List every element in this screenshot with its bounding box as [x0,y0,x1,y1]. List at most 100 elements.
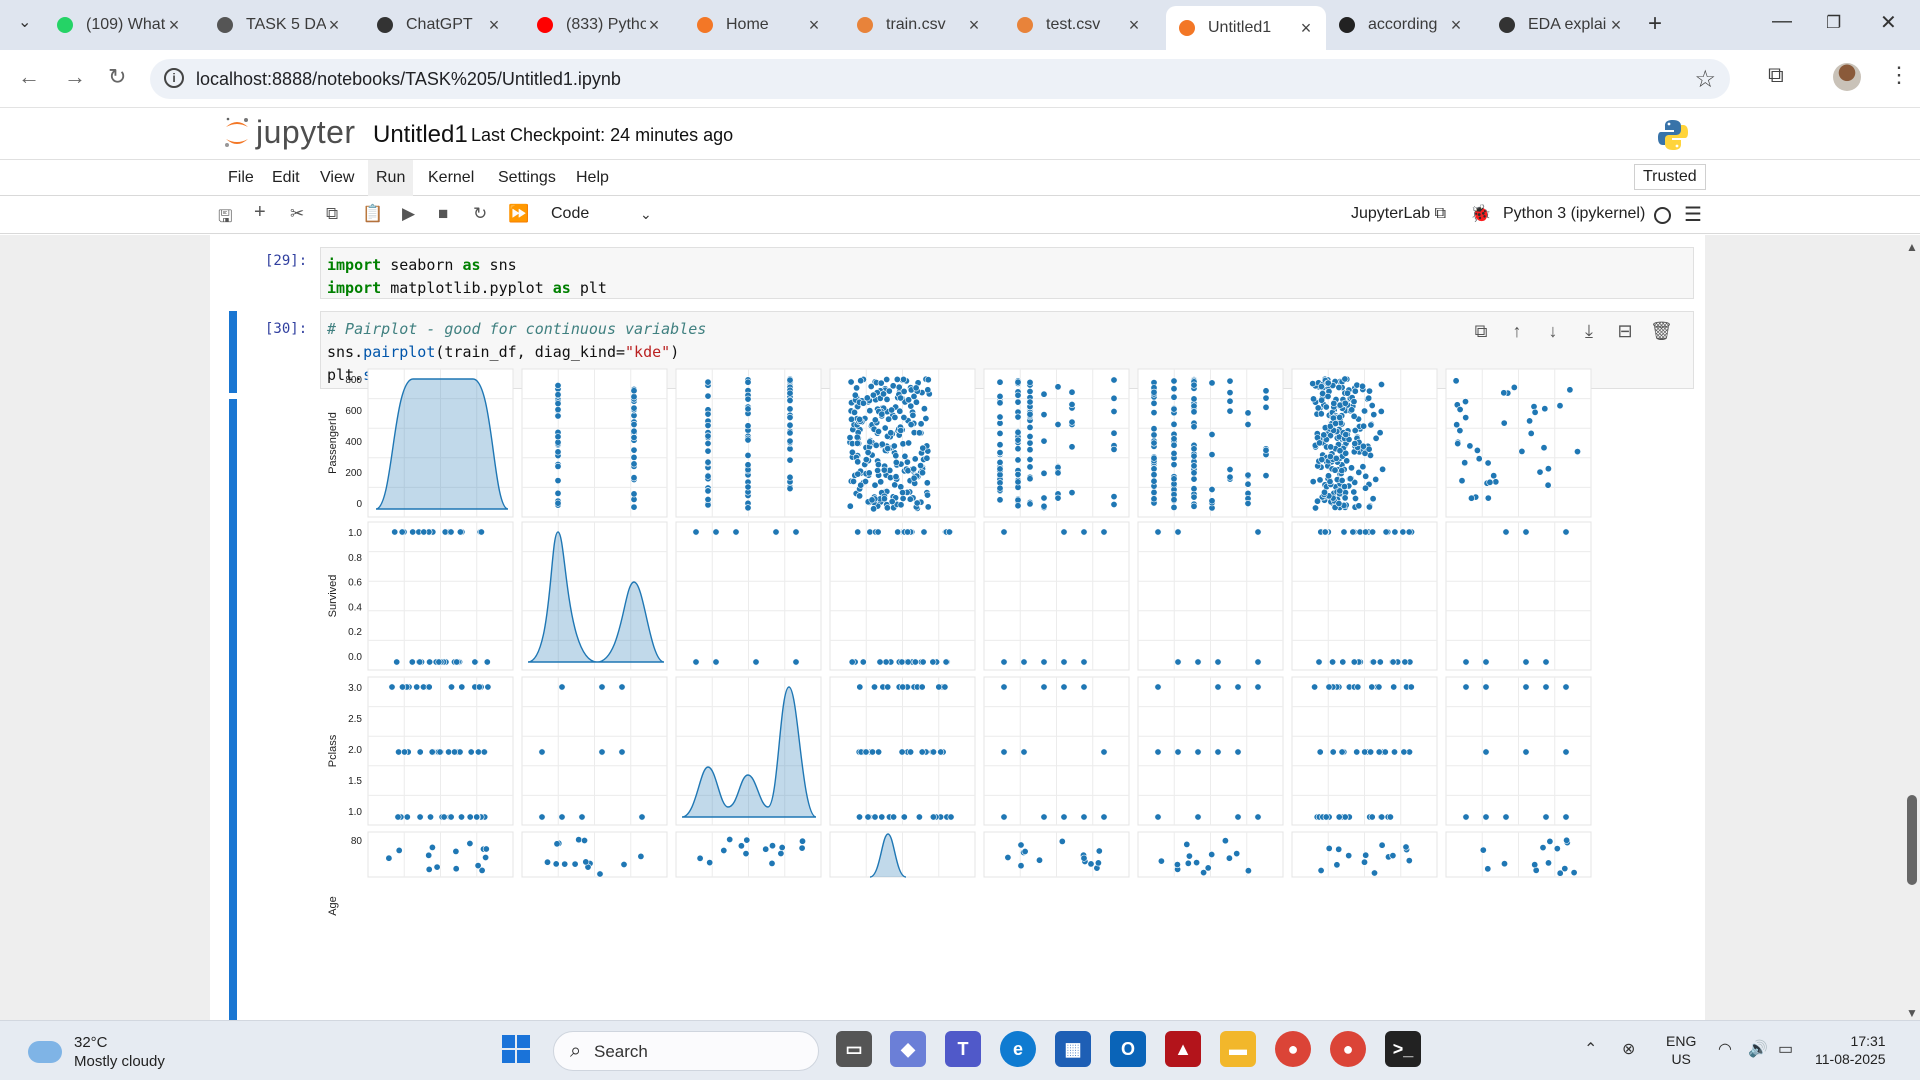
start-windows-icon[interactable] [498,1031,534,1067]
store-icon[interactable]: ▦ [1055,1031,1091,1067]
kernel-name[interactable]: Python 3 (ipykernel) [1503,205,1645,223]
close-tab-icon[interactable]: × [1608,15,1624,36]
jupyter-logo[interactable]: jupyter [222,114,356,151]
browser-tab[interactable]: TASK 5 DA × [204,8,354,42]
file-explorer-icon[interactable]: ▬ [1220,1031,1256,1067]
reload-icon[interactable]: ↻ [108,64,126,90]
insert-below-icon[interactable]: ⤓ [1578,321,1600,342]
delete-cell-icon[interactable]: 🗑 [1650,321,1673,342]
close-tab-icon[interactable]: × [966,15,982,36]
wifi-icon[interactable]: ◠ [1718,1039,1732,1059]
edge-icon[interactable]: e [1000,1031,1036,1067]
debugger-icon[interactable]: 🐞 [1470,204,1491,224]
copilot-icon[interactable]: ◆ [890,1031,926,1067]
menu-icon[interactable]: ☰ [1684,202,1702,227]
close-tab-icon[interactable]: × [1448,15,1464,36]
close-window-icon[interactable]: ✕ [1880,10,1897,35]
scatter-point [1150,431,1158,439]
menu-item-settings[interactable]: Settings [490,160,564,196]
menu-item-run[interactable]: Run [368,160,414,196]
menu-item-kernel[interactable]: Kernel [420,160,482,196]
run-icon[interactable]: ▶ [402,204,415,224]
notebook-title[interactable]: Untitled1 [373,121,468,149]
browser-tab[interactable]: according × [1326,8,1476,42]
forward-icon[interactable]: → [64,64,86,90]
copy-icon[interactable]: ⧉ [326,204,338,224]
browser-tab[interactable]: train.csv × [844,8,994,42]
vertical-scrollbar[interactable]: ▲ ▼ [1904,240,1920,1020]
scatter-point [1372,434,1380,442]
chrome-profile-icon[interactable]: ● [1330,1031,1366,1067]
stop-icon[interactable]: ■ [438,204,448,224]
insert-cell-icon[interactable]: + [254,201,266,224]
tab-search-chevron-icon[interactable]: ⌄ [18,12,31,32]
profile-avatar[interactable] [1833,63,1861,91]
paste-icon[interactable]: 📋 [362,204,383,224]
chevron-down-icon[interactable]: ⌄ [640,206,652,223]
browser-menu-icon[interactable]: ⋮ [1888,62,1910,88]
close-tab-icon[interactable]: × [166,15,182,36]
close-tab-icon[interactable]: × [1126,15,1142,36]
outlook-icon[interactable]: O [1110,1031,1146,1067]
browser-tab[interactable]: ChatGPT × [364,8,514,42]
volume-icon[interactable]: 🔊 [1748,1039,1768,1059]
restore-icon[interactable]: ❐ [1826,13,1841,33]
menu-item-help[interactable]: Help [568,160,617,196]
browser-tab[interactable]: Untitled1 × [1166,6,1326,50]
app-icon[interactable]: ▲ [1165,1031,1201,1067]
teams-icon[interactable]: T [945,1031,981,1067]
extensions-icon[interactable]: ⧉ [1768,62,1784,88]
move-down-icon[interactable]: ↓ [1542,321,1564,342]
scroll-up-icon[interactable]: ▲ [1906,240,1918,254]
scrollbar-thumb[interactable] [1907,795,1917,885]
bookmark-star-icon[interactable]: ☆ [1694,65,1716,94]
chrome-icon[interactable]: ● [1275,1031,1311,1067]
scroll-down-icon[interactable]: ▼ [1906,1006,1918,1020]
browser-tab[interactable]: EDA explai × [1486,8,1636,42]
output-selection-bar[interactable] [229,399,237,1020]
menu-item-edit[interactable]: Edit [264,160,308,196]
code-cell[interactable]: [29]: import seaborn as sns import matpl… [210,243,1705,299]
scatter-point [1502,813,1510,821]
tick-label: 2.0 [348,745,362,756]
restart-icon[interactable]: ↻ [473,204,487,224]
restart-run-all-icon[interactable]: ⏩ [508,204,529,224]
browser-tab[interactable]: (109) What × [44,8,194,42]
cut-icon[interactable]: ✂ [290,204,304,224]
taskbar-search[interactable]: ⌕ Search [553,1031,819,1071]
browser-tab[interactable]: (833) Pytho × [524,8,674,42]
minimize-icon[interactable]: — [1772,10,1792,33]
url-text[interactable]: localhost:8888/notebooks/TASK%205/Untitl… [196,69,621,90]
browser-tab[interactable]: test.csv × [1004,8,1154,42]
scatter-point [885,387,893,395]
code-editor[interactable]: import seaborn as sns import matplotlib.… [320,247,1694,299]
browser-tab[interactable]: Home × [684,8,834,42]
duplicate-cell-icon[interactable]: ⧉ [1470,321,1492,342]
task-view-icon[interactable]: ▭ [836,1031,872,1067]
close-tab-icon[interactable]: × [326,15,342,36]
menu-item-file[interactable]: File [220,160,262,196]
new-tab-button[interactable]: + [1648,10,1662,38]
move-up-icon[interactable]: ↑ [1506,321,1528,342]
menu-item-view[interactable]: View [312,160,362,196]
omnibox[interactable]: i localhost:8888/notebooks/TASK%205/Unti… [150,59,1730,99]
close-tab-icon[interactable]: × [806,15,822,36]
scatter-point [712,528,720,536]
battery-icon[interactable]: ▭ [1778,1039,1793,1059]
site-info-icon[interactable]: i [164,68,184,88]
back-icon[interactable]: ← [18,64,40,90]
clock[interactable]: 17:31 11-08-2025 [1815,1032,1886,1068]
close-tab-icon[interactable]: × [486,15,502,36]
trusted-indicator[interactable]: Trusted [1634,164,1706,190]
open-jupyterlab-link[interactable]: JupyterLab ⧉ [1351,205,1446,223]
add-markdown-icon[interactable]: ⊟ [1614,321,1636,342]
close-tab-icon[interactable]: × [646,15,662,36]
network-alert-icon[interactable]: ⊗ [1622,1039,1635,1059]
terminal-icon[interactable]: >_ [1385,1031,1421,1067]
cell-type-select[interactable]: Code [551,205,589,223]
weather-widget[interactable]: 32°C Mostly cloudy [28,1033,165,1071]
close-tab-icon[interactable]: × [1298,18,1314,39]
save-icon[interactable]: 🖫 [218,204,232,233]
tray-chevron-icon[interactable]: ⌃ [1584,1039,1597,1059]
language-indicator[interactable]: ENG US [1666,1032,1696,1068]
